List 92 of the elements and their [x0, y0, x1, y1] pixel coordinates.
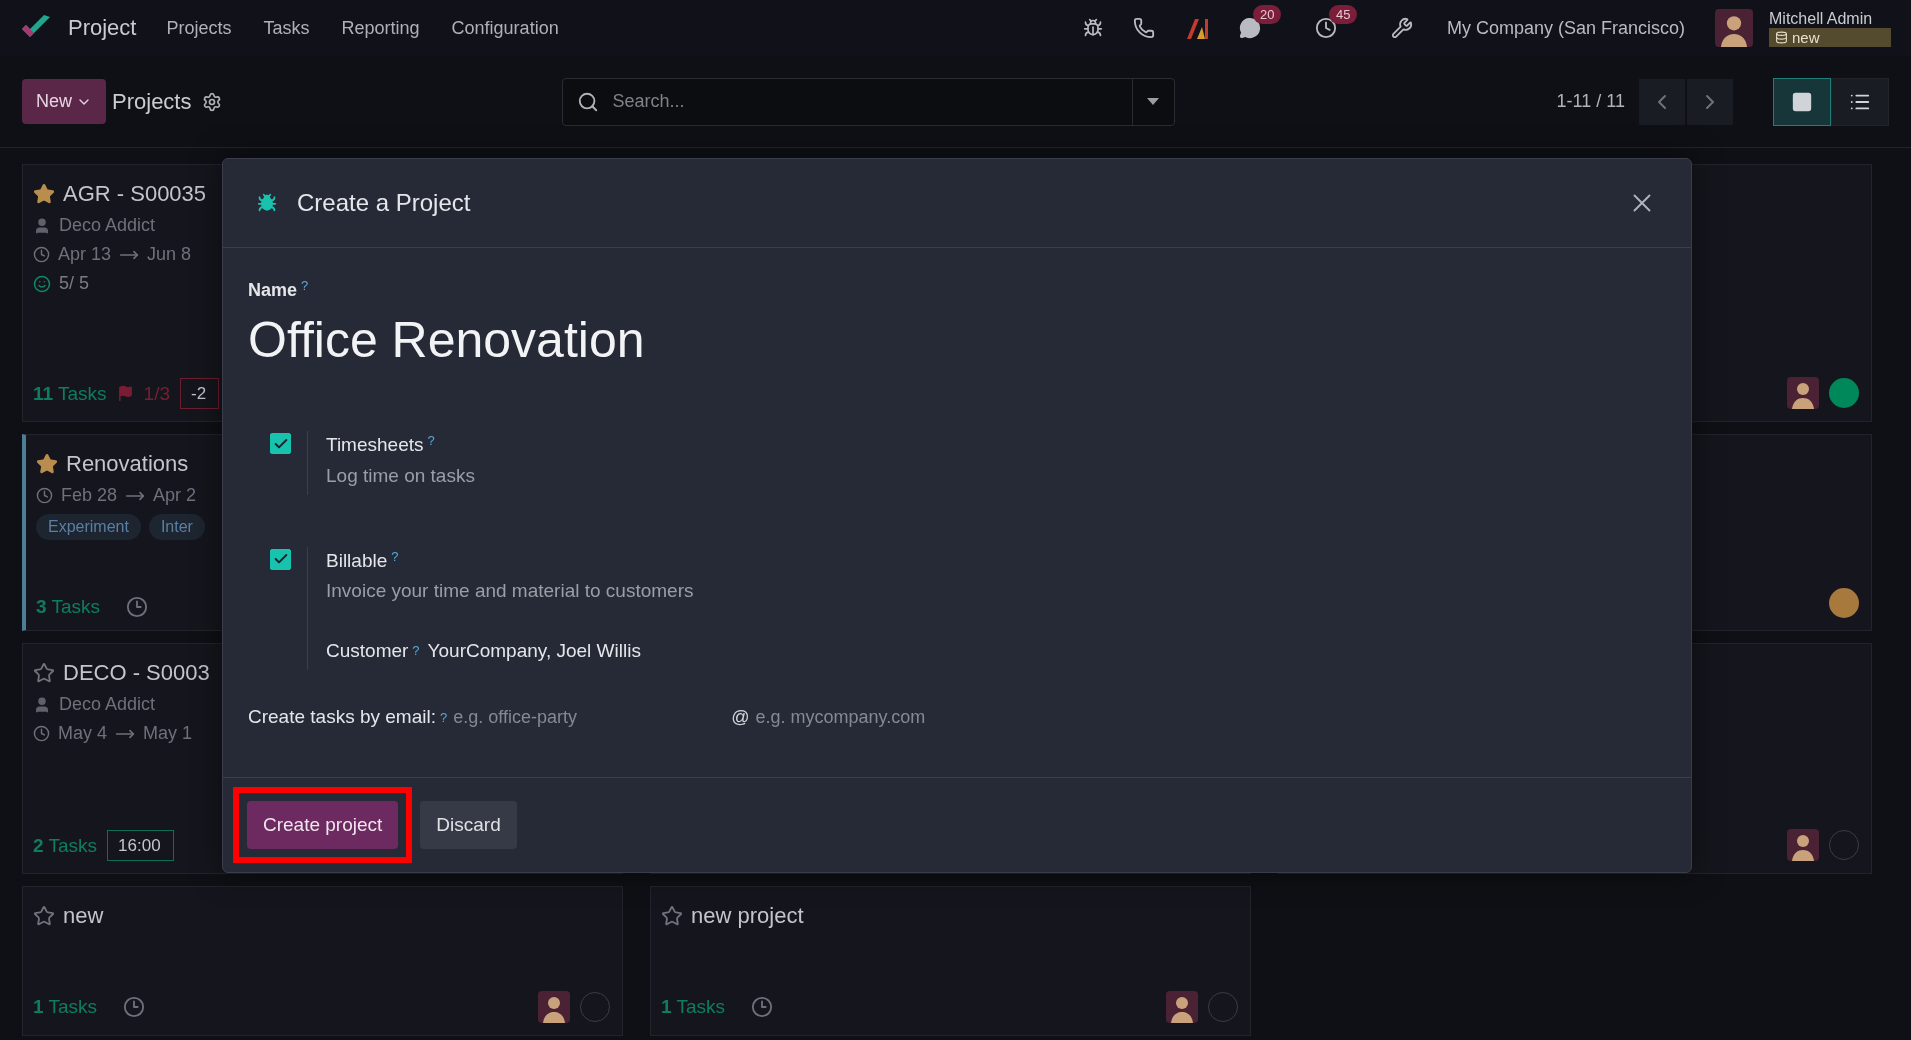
field-label: Create tasks by email: [248, 706, 436, 729]
company-name[interactable]: My Company (San Francisco) [1446, 17, 1685, 39]
search-field[interactable]: Search... [610, 90, 1132, 113]
field-label: Name [248, 280, 298, 301]
search-icon [576, 90, 599, 113]
star-icon[interactable] [33, 662, 55, 684]
menu-item[interactable]: Tasks [263, 17, 310, 39]
flag-icon [116, 385, 134, 402]
clock-icon [33, 725, 50, 742]
tasks-link[interactable]: 2 Tasks [33, 834, 98, 857]
help-mark[interactable]: ? [439, 710, 448, 725]
option-description: Log time on tasks [326, 464, 475, 487]
help-mark[interactable]: ? [412, 643, 420, 659]
database-icon [1775, 30, 1788, 44]
clock-icon [36, 487, 53, 504]
tag: Inter [148, 514, 205, 540]
bug-icon[interactable] [1082, 18, 1103, 38]
kanban-view-button[interactable] [1773, 77, 1831, 126]
end-date: Apr 2 [153, 485, 197, 506]
dialog-title: Create a Project [297, 189, 471, 217]
customer-name: Deco Addict [59, 215, 156, 236]
spark-logo-icon[interactable] [1184, 17, 1209, 39]
star-icon[interactable] [661, 905, 683, 927]
help-mark[interactable]: ? [427, 433, 435, 449]
option-label: Timesheets [326, 434, 424, 456]
activity-count: 45 [1328, 5, 1358, 24]
new-button[interactable]: New [22, 79, 106, 124]
checkbox[interactable] [270, 548, 291, 570]
end-date: Jun 8 [147, 244, 192, 265]
search-bar[interactable]: Search... [561, 77, 1175, 126]
project-title: AGR - S00035 [63, 181, 207, 207]
milestone-count: 1/3 [143, 382, 171, 405]
breadcrumb: Projects [112, 88, 192, 115]
time-badge: 16:00 [107, 830, 174, 861]
time-badge: -2 [180, 378, 220, 409]
person-icon [33, 216, 51, 235]
checkbox[interactable] [270, 433, 291, 455]
bug-icon [257, 193, 277, 213]
project-title: new [63, 903, 104, 929]
app-name[interactable]: Project [68, 15, 137, 41]
database-tag: new [1769, 27, 1891, 47]
tasks-link[interactable]: 3 Tasks [36, 596, 101, 618]
settings-icon[interactable] [201, 91, 222, 112]
person-icon [33, 695, 51, 714]
customer-field[interactable]: YourCompany, Joel Willis [427, 640, 641, 662]
project-title: new project [691, 903, 804, 929]
star-icon[interactable] [33, 905, 55, 927]
field-label: Customer [326, 640, 409, 662]
customer-name: Deco Addict [59, 694, 156, 715]
name-field[interactable]: Office Renovation [248, 311, 1666, 370]
caret-icon [1147, 98, 1159, 105]
menu-item[interactable]: Configuration [451, 17, 559, 39]
tasks-link[interactable]: 1 Tasks [661, 996, 726, 1018]
end-date: May 1 [143, 723, 193, 744]
option-description: Invoice your time and material to customers [326, 580, 694, 602]
user-name[interactable]: Mitchell Admin [1769, 9, 1891, 28]
smile-icon [33, 274, 51, 293]
project-card[interactable]: new project 1 Tasks [650, 886, 1251, 1036]
domain-field[interactable]: e.g. mycompany.com [753, 706, 1034, 729]
status-dot[interactable] [1829, 378, 1859, 408]
list-view-button[interactable] [1831, 77, 1889, 126]
at-sign: @ [731, 707, 750, 728]
option-label: Billable [326, 550, 388, 571]
status-dot[interactable] [1829, 588, 1859, 618]
star-icon[interactable] [33, 183, 55, 205]
kanban-icon [1791, 90, 1813, 113]
project-title: DECO - S0003 [63, 660, 210, 686]
create-button[interactable]: Create project [247, 801, 399, 849]
project-title: Renovations [66, 451, 189, 477]
help-mark[interactable]: ? [391, 548, 399, 564]
tasks-link[interactable]: 11 Tasks [33, 382, 107, 405]
alias-field[interactable]: e.g. office-party [451, 706, 732, 729]
project-card[interactable]: new 1 Tasks [22, 886, 623, 1036]
chat-icon[interactable] [1238, 17, 1261, 39]
avatar [1715, 9, 1753, 47]
clock-icon[interactable] [1314, 17, 1337, 39]
tools-icon[interactable] [1390, 17, 1413, 39]
tag: Experiment [36, 514, 141, 540]
star-icon[interactable] [36, 453, 58, 475]
start-date: May 4 [58, 723, 108, 744]
help-mark[interactable]: ? [301, 278, 309, 293]
rating-text: 5/ 5 [59, 273, 90, 294]
pager[interactable]: 1-11 / 11 [1556, 91, 1625, 112]
start-date: Feb 28 [61, 485, 118, 506]
message-count: 20 [1252, 5, 1282, 24]
tasks-link[interactable]: 1 Tasks [33, 996, 98, 1018]
clock-icon [33, 246, 50, 263]
phone-icon[interactable] [1132, 17, 1155, 39]
menu-item[interactable]: Reporting [341, 17, 420, 39]
start-date: Apr 13 [58, 244, 112, 265]
menu-item[interactable]: Projects [166, 17, 232, 39]
discard-button[interactable]: Discard [420, 801, 517, 849]
